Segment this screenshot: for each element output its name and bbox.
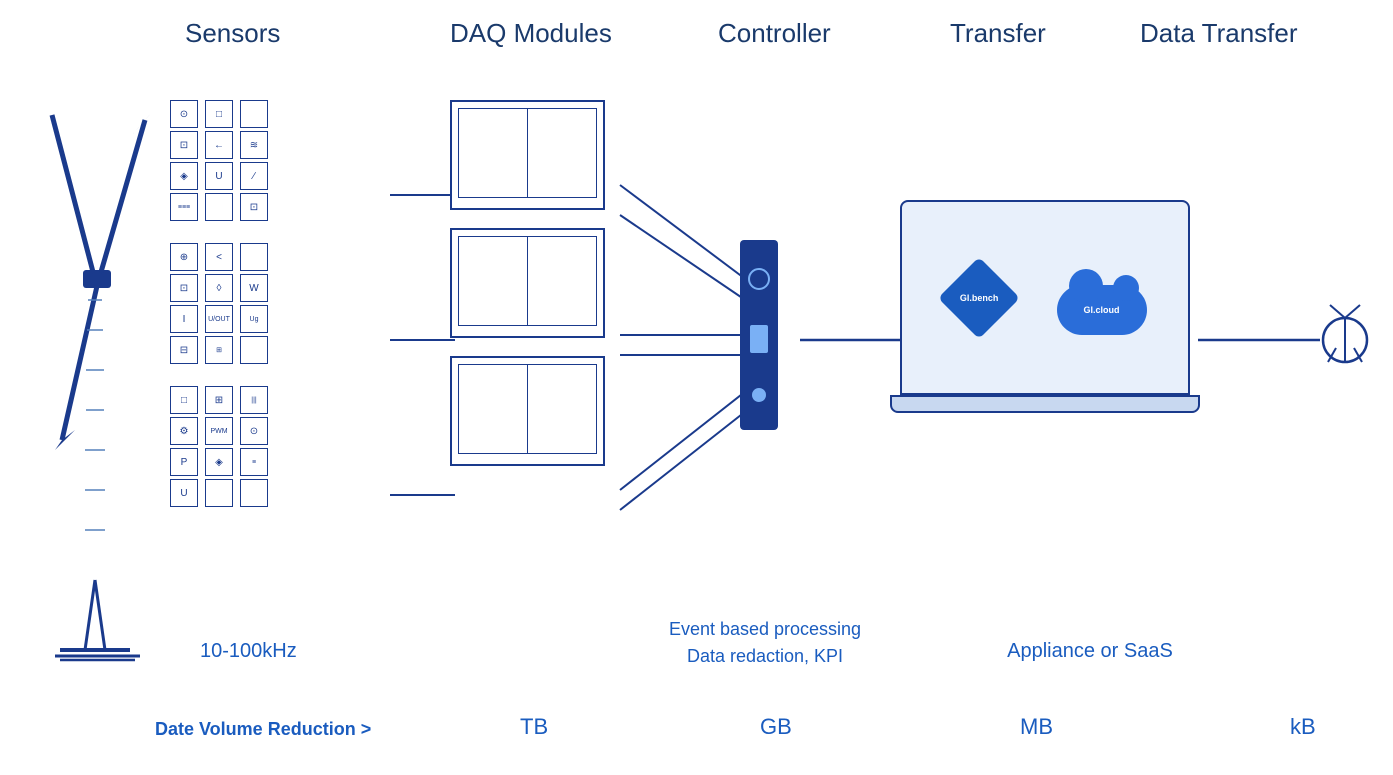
transfer-header: Transfer bbox=[950, 18, 1046, 49]
sensor-icon bbox=[205, 193, 233, 221]
sensor-icon bbox=[240, 243, 268, 271]
sensor-icon: ⊞ bbox=[205, 386, 233, 414]
ctrl-dot bbox=[752, 388, 766, 402]
sensor-icon: ⊙ bbox=[170, 100, 198, 128]
sensor-icon: □ bbox=[205, 100, 233, 128]
sensors-header: Sensors bbox=[185, 18, 280, 49]
sensor-icon: ◊ bbox=[205, 274, 233, 302]
controller-box bbox=[740, 240, 778, 430]
laptop-screen: Gl.bench Gl.cloud bbox=[900, 200, 1190, 395]
sensor-icon: ◈ bbox=[205, 448, 233, 476]
gl-bench-diamond: Gl.bench bbox=[937, 256, 1019, 338]
sensor-icon bbox=[240, 100, 268, 128]
sensor-icon: ≋ bbox=[240, 131, 268, 159]
sensor-icon: ≡ bbox=[240, 448, 268, 476]
sensor-icon: ⊡ bbox=[170, 274, 198, 302]
data-redaction-text: Data redaction, KPI bbox=[610, 643, 920, 670]
event-based-text: Event based processing bbox=[610, 616, 920, 643]
event-based-label: Event based processing Data redaction, K… bbox=[610, 616, 920, 670]
sensor-icon bbox=[240, 336, 268, 364]
controller-area bbox=[740, 240, 778, 430]
sensor-icon: ⊕ bbox=[170, 243, 198, 271]
data-transfer-header: Data Transfer bbox=[1140, 18, 1298, 49]
laptop-area: Gl.bench Gl.cloud bbox=[900, 200, 1200, 413]
gl-cloud-label: Gl.cloud bbox=[1084, 305, 1120, 315]
sensor-icon: U/OUT bbox=[205, 305, 233, 333]
sensor-icon: ⊞ bbox=[205, 336, 233, 364]
sensor-icon: U bbox=[205, 162, 233, 190]
sensor-icon: I bbox=[170, 305, 198, 333]
sensor-icon: Ug bbox=[240, 305, 268, 333]
sensor-group-1: ⊙ □ ⊡ ← ≋ ◈ U ∕ ≡≡≡ ⊡ bbox=[170, 100, 272, 221]
sensor-icon: PWM bbox=[205, 417, 233, 445]
sensor-group-3: □ ⊞ ||| ⚙ PWM ⊙ P ◈ ≡ U bbox=[170, 386, 272, 507]
sensor-icon: W bbox=[240, 274, 268, 302]
sensor-icon: ⊟ bbox=[170, 336, 198, 364]
sensor-icon: ⊡ bbox=[170, 131, 198, 159]
mb-label: MB bbox=[1020, 714, 1053, 740]
data-volume-label: Date Volume Reduction > bbox=[155, 719, 371, 740]
sensor-icon: □ bbox=[170, 386, 198, 414]
sensor-icon: ⚙ bbox=[170, 417, 198, 445]
ctrl-circle bbox=[748, 268, 770, 290]
sensor-icon: ≡≡≡ bbox=[170, 193, 198, 221]
sensor-icon: ⊙ bbox=[240, 417, 268, 445]
sensor-group-2: ⊕ < ⊡ ◊ W I U/OUT Ug ⊟ ⊞ bbox=[170, 243, 272, 364]
sensor-icon: P bbox=[170, 448, 198, 476]
daq-header: DAQ Modules bbox=[450, 18, 612, 49]
frequency-label: 10-100kHz bbox=[200, 640, 297, 663]
gl-cloud-badge: Gl.cloud bbox=[1057, 260, 1147, 335]
daq-module-1 bbox=[450, 100, 605, 210]
appliance-label: Appliance or SaaS bbox=[980, 640, 1200, 663]
gl-bench-badge: Gl.bench bbox=[944, 263, 1014, 333]
tb-label: TB bbox=[520, 714, 548, 740]
sensor-icon: U bbox=[170, 479, 198, 507]
sensor-icon: < bbox=[205, 243, 233, 271]
controller-header: Controller bbox=[718, 18, 831, 49]
gl-cloud-shape: Gl.cloud bbox=[1057, 285, 1147, 335]
sensor-icon: ◈ bbox=[170, 162, 198, 190]
sensor-icon: ∕ bbox=[240, 162, 268, 190]
sensor-icon: ← bbox=[205, 131, 233, 159]
sensor-icon: ||| bbox=[240, 386, 268, 414]
sensor-icon bbox=[240, 479, 268, 507]
ctrl-rect bbox=[750, 325, 768, 353]
laptop-base bbox=[890, 395, 1200, 413]
sensor-icon bbox=[205, 479, 233, 507]
daq-module-2 bbox=[450, 228, 605, 338]
kb-label: kB bbox=[1290, 714, 1316, 740]
daq-module-3 bbox=[450, 356, 605, 466]
sensors-area: ⊙ □ ⊡ ← ≋ ◈ U ∕ ≡≡≡ ⊡ ⊕ < ⊡ ◊ W bbox=[170, 100, 272, 529]
daq-area bbox=[450, 100, 605, 484]
sensor-icon: ⊡ bbox=[240, 193, 268, 221]
gb-label: GB bbox=[760, 714, 792, 740]
diagram-container: Sensors DAQ Modules Controller Transfer … bbox=[0, 0, 1393, 775]
gl-bench-label: Gl.bench bbox=[959, 292, 998, 302]
